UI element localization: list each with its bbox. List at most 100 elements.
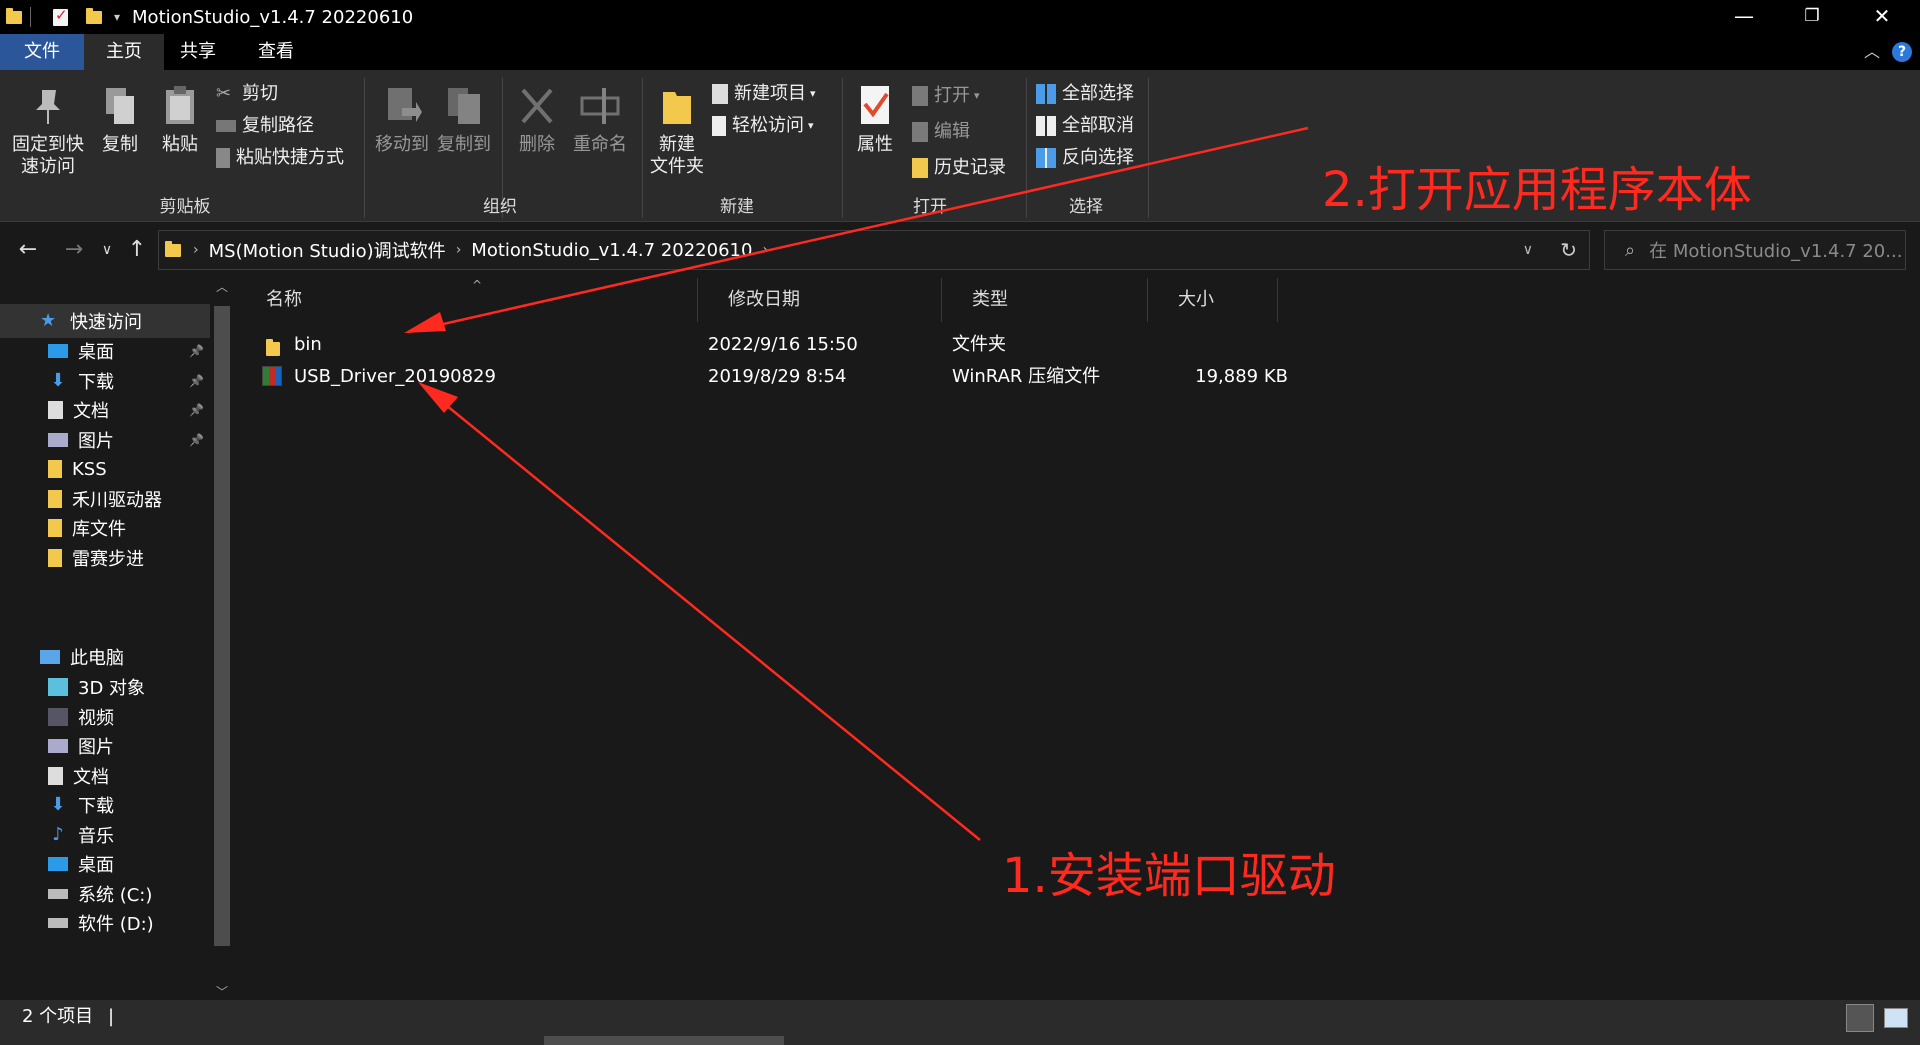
forward-arrow-icon[interactable]: →	[58, 233, 90, 267]
up-arrow-icon[interactable]: ↑	[124, 233, 150, 267]
chevron-right-icon[interactable]: ›	[193, 242, 199, 258]
nav-scrollbar[interactable]: ︿ ﹀	[210, 278, 234, 1000]
pin-quick-access-button[interactable]: 固定到快速访问	[6, 84, 90, 178]
download-arrow-icon: ⬇	[50, 369, 66, 391]
nav-item-quick-7[interactable]: 雷赛步进	[0, 541, 210, 575]
select-all-button[interactable]: 全部选择	[1036, 80, 1134, 108]
nav-item-label: 禾川驱动器	[72, 489, 162, 511]
recent-locations-chevron-icon[interactable]: ∨	[96, 233, 118, 267]
easy-access-button[interactable]: 轻松访问 ▾	[712, 112, 814, 140]
cut-button[interactable]: ✂ 剪切	[216, 80, 278, 108]
copy-to-button[interactable]: 复制到	[434, 84, 494, 156]
nav-this-pc-label: 此电脑	[70, 648, 124, 669]
file-row-usb-driver[interactable]: USB_Driver_20190829 2019/8/29 8:54 WinRA…	[262, 362, 1288, 392]
move-to-icon	[382, 84, 422, 128]
address-dropdown-icon[interactable]: ∨	[1523, 242, 1533, 258]
customize-toolbar-icon[interactable]: ▾	[114, 10, 120, 24]
properties-check-icon	[855, 84, 895, 128]
close-button[interactable]: ✕	[1852, 0, 1912, 34]
nav-item-label: 文档	[73, 766, 109, 788]
star-icon: ★	[40, 310, 57, 331]
breadcrumb-current-folder[interactable]: MotionStudio_v1.4.7 20220610	[471, 240, 752, 261]
minimize-button[interactable]: —	[1714, 0, 1774, 34]
file-row-bin[interactable]: bin 2022/9/16 15:50 文件夹	[266, 330, 1276, 360]
document-icon	[48, 401, 63, 419]
divider	[364, 78, 365, 218]
help-icon[interactable]: ?	[1892, 42, 1912, 62]
pin-icon[interactable]: 📌	[189, 433, 204, 447]
quick-access-toolbar: ▾	[0, 0, 120, 34]
search-box[interactable]: ⌕ 在 MotionStudio_v1.4.7 20...	[1604, 230, 1906, 270]
new-folder-button[interactable]: 新建 文件夹	[646, 84, 708, 178]
history-label: 历史记录	[934, 157, 1006, 178]
item-count: 2 个项目	[22, 1006, 94, 1027]
file-type: 文件夹	[952, 334, 1006, 355]
delete-x-icon	[517, 84, 557, 128]
back-arrow-icon[interactable]: ←	[12, 233, 44, 267]
refresh-icon[interactable]: ↻	[1560, 238, 1577, 262]
scroll-down-icon[interactable]: ﹀	[214, 983, 230, 1000]
details-view-icon[interactable]	[1846, 1004, 1874, 1032]
group-new-label: 新建	[720, 197, 754, 217]
new-folder-icon	[657, 84, 697, 128]
divider	[842, 78, 843, 218]
tab-file[interactable]: 文件	[0, 34, 84, 70]
annotation-step2: 2.打开应用程序本体	[1322, 162, 1752, 218]
move-to-button[interactable]: 移动到	[372, 84, 432, 156]
large-icons-view-icon[interactable]	[1884, 1008, 1908, 1028]
rename-button[interactable]: 重命名	[568, 84, 632, 156]
pin-icon[interactable]: 📌	[189, 403, 204, 417]
paste-button[interactable]: 粘贴	[154, 84, 206, 156]
nav-item-label: 下载	[78, 796, 114, 817]
copy-path-button[interactable]: 复制路径	[216, 112, 314, 140]
tab-home[interactable]: 主页	[84, 34, 164, 70]
open-button[interactable]: 打开 ▾	[912, 82, 980, 110]
column-size[interactable]: 大小	[1148, 278, 1278, 322]
invert-selection-button[interactable]: 反向选择	[1036, 144, 1134, 172]
delete-label: 删除	[519, 134, 555, 155]
tab-share[interactable]: 共享	[164, 34, 232, 70]
paste-shortcut-button[interactable]: 粘贴快捷方式	[216, 144, 344, 172]
search-input[interactable]: 在 MotionStudio_v1.4.7 20...	[1649, 237, 1902, 263]
address-bar[interactable]: › MS(Motion Studio)调试软件 › MotionStudio_v…	[158, 230, 1590, 270]
group-select-label: 选择	[1069, 197, 1103, 217]
chevron-right-icon[interactable]: ›	[762, 242, 768, 258]
dropdown-arrow-icon: ▾	[810, 87, 816, 100]
new-item-button[interactable]: 新建项目 ▾	[712, 80, 816, 108]
collapse-ribbon-icon[interactable]: ︿	[1858, 34, 1886, 70]
chevron-right-icon[interactable]: ›	[456, 242, 462, 258]
music-note-icon: ♪	[52, 823, 64, 845]
copy-button[interactable]: 复制	[94, 84, 146, 156]
restore-button[interactable]: ❐	[1782, 0, 1842, 34]
history-button[interactable]: 历史记录	[912, 154, 1006, 182]
delete-button[interactable]: 删除	[510, 84, 564, 156]
sort-ascending-icon: ^	[472, 278, 483, 292]
column-name[interactable]: 名称	[236, 278, 698, 322]
select-none-button[interactable]: 全部取消	[1036, 112, 1134, 140]
nav-item-pc-8[interactable]: 软件 (D:)	[0, 906, 210, 940]
invert-selection-icon	[1036, 148, 1056, 168]
properties-quick-icon[interactable]	[53, 6, 68, 26]
nav-item-label: 软件 (D:)	[78, 914, 154, 935]
column-type[interactable]: 类型	[942, 278, 1148, 322]
edit-button[interactable]: 编辑	[912, 118, 970, 146]
tab-view[interactable]: 查看	[240, 34, 312, 70]
copy-icon	[100, 84, 140, 128]
navigation-pane: ★ 快速访问 此电脑 桌面 📌 ⬇ 下载 📌 文档 📌 图片 📌 KSS 禾川驱动器 库文件 雷赛步进 3D…	[0, 278, 236, 1000]
ribbon-tabs: 文件 主页 共享 查看 ︿ ?	[0, 34, 1920, 70]
new-folder-quick-icon[interactable]	[86, 7, 102, 24]
properties-button[interactable]: 属性	[846, 84, 904, 156]
folder-icon	[48, 519, 62, 537]
nav-quick-access[interactable]: ★ 快速访问	[0, 304, 210, 338]
pin-icon[interactable]: 📌	[189, 344, 204, 358]
paste-shortcut-icon	[216, 148, 230, 168]
pin-icon[interactable]: 📌	[189, 374, 204, 388]
column-modified[interactable]: 修改日期	[698, 278, 942, 322]
nav-item-label: 下载	[78, 371, 114, 393]
nav-scroll-thumb[interactable]	[214, 306, 230, 946]
search-icon: ⌕	[1625, 239, 1636, 261]
horizontal-scroll-thumb[interactable]	[544, 1036, 784, 1045]
breadcrumb-ms-software[interactable]: MS(Motion Studio)调试软件	[209, 237, 446, 263]
scroll-up-icon[interactable]: ︿	[214, 278, 230, 295]
nav-this-pc[interactable]: 此电脑	[0, 640, 210, 674]
